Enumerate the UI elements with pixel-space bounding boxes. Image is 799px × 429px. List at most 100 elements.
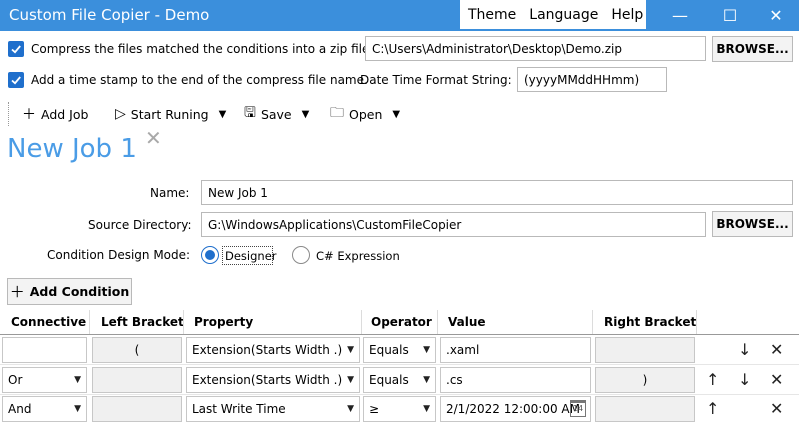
move-down-icon[interactable]: ↓	[738, 370, 751, 389]
property-select[interactable]: Last Write Time ▼	[186, 396, 360, 422]
column-separator	[437, 310, 438, 334]
dropdown-arrow-icon: ▼	[347, 375, 354, 385]
dropdown-arrow-icon: ▼	[347, 345, 354, 355]
operator-select[interactable]: Equals ▼	[363, 337, 436, 363]
add-job-label: Add Job	[41, 106, 89, 122]
save-button[interactable]: 🖫 Save ▼	[244, 104, 309, 124]
column-operator[interactable]: Operator	[371, 310, 432, 334]
dropdown-arrow-icon: ▼	[74, 375, 81, 385]
check-icon	[11, 76, 21, 85]
close-window-button[interactable]: ✕	[750, 0, 799, 31]
property-select[interactable]: Extension(Starts Width .) ▼	[186, 337, 360, 363]
add-job-button[interactable]: ＋ Add Job	[22, 104, 88, 124]
zip-path-input[interactable]: C:\Users\Administrator\Desktop\Demo.zip	[365, 36, 706, 61]
left-bracket-cell[interactable]: (	[92, 337, 182, 363]
column-separator	[183, 310, 184, 334]
menu-theme[interactable]: Theme	[463, 7, 521, 23]
title-bar: Custom File Copier - Demo Theme Language…	[0, 0, 799, 31]
designer-radio-label: Designer	[225, 249, 277, 263]
toolbar-grip	[8, 102, 9, 126]
dropdown-arrow-icon: ▼	[347, 404, 354, 414]
column-right-bracket[interactable]: Right Bracket	[604, 310, 696, 334]
date-picker[interactable]: 2/1/2022 12:00:00 AM 14	[440, 396, 591, 422]
column-value[interactable]: Value	[448, 310, 486, 334]
maximize-button[interactable]: ☐	[704, 0, 756, 31]
right-bracket-cell[interactable]	[595, 396, 695, 422]
property-value: Extension(Starts Width .)	[192, 343, 343, 357]
add-condition-button[interactable]: ＋ Add Condition	[7, 278, 132, 305]
format-label: Date Time Format String:	[360, 73, 512, 87]
designer-radio[interactable]	[201, 246, 219, 264]
delete-row-icon[interactable]: ✕	[770, 370, 783, 389]
connective-select[interactable]: Or ▼	[2, 367, 87, 393]
open-label: Open	[349, 106, 383, 122]
menu-help[interactable]: Help	[606, 7, 648, 23]
chevron-down-icon: ▼	[218, 108, 227, 120]
value-input[interactable]: .xaml	[440, 337, 591, 363]
save-label: Save	[260, 106, 292, 122]
format-input[interactable]: (yyyyMMddHHmm)	[517, 67, 667, 92]
open-button[interactable]: 🗀 Open ▼	[330, 104, 400, 124]
floppy-icon: 🖫	[244, 105, 256, 121]
plus-icon: ＋	[22, 107, 36, 123]
expression-radio[interactable]	[292, 246, 310, 264]
move-down-icon[interactable]: ↓	[738, 340, 751, 359]
minimize-button[interactable]: —	[654, 0, 706, 31]
dropdown-arrow-icon: ▼	[423, 404, 430, 414]
property-value: Last Write Time	[192, 402, 286, 416]
chevron-down-icon: ▼	[392, 108, 401, 120]
connective-value: Or	[8, 373, 23, 387]
chevron-down-icon: ▼	[301, 108, 310, 120]
folder-icon: 🗀	[330, 105, 344, 121]
operator-value: Equals	[369, 373, 409, 387]
operator-select[interactable]: ≥ ▼	[363, 396, 436, 422]
plus-icon: ＋	[9, 283, 25, 301]
minimize-icon: —	[672, 6, 688, 25]
compress-checkbox[interactable]	[8, 41, 24, 57]
operator-value: Equals	[369, 343, 409, 357]
connective-select[interactable]: And ▼	[2, 396, 87, 422]
source-dir-input[interactable]: G:\WindowsApplications\CustomFileCopier	[201, 212, 706, 237]
property-select[interactable]: Extension(Starts Width .) ▼	[186, 367, 360, 393]
timestamp-checkbox[interactable]	[8, 72, 24, 88]
design-mode-label: Condition Design Mode:	[47, 248, 191, 262]
column-separator	[89, 310, 90, 334]
move-up-icon[interactable]: ↑	[706, 399, 719, 418]
dropdown-arrow-icon: ▼	[423, 345, 430, 355]
column-property[interactable]: Property	[194, 310, 253, 334]
maximize-icon: ☐	[722, 6, 738, 25]
calendar-icon[interactable]: 14	[570, 400, 586, 417]
window-title: Custom File Copier - Demo	[9, 6, 210, 24]
menu-bar: Theme Language Help	[460, 0, 646, 29]
date-value: 2/1/2022 12:00:00 AM	[446, 402, 580, 416]
header-divider	[0, 334, 799, 335]
job-name-input[interactable]: New Job 1	[201, 180, 793, 205]
expression-radio-label: C# Expression	[316, 249, 400, 263]
delete-row-icon[interactable]: ✕	[770, 340, 783, 359]
delete-row-icon[interactable]: ✕	[770, 399, 783, 418]
browse-source-button[interactable]: BROWSE...	[712, 211, 793, 237]
operator-select[interactable]: Equals ▼	[363, 367, 436, 393]
browse-zip-button[interactable]: BROWSE...	[712, 36, 793, 62]
move-up-icon[interactable]: ↑	[706, 370, 719, 389]
column-separator	[361, 310, 362, 334]
left-bracket-cell[interactable]	[92, 396, 182, 422]
row-divider	[0, 394, 799, 395]
left-bracket-cell[interactable]	[92, 367, 182, 393]
column-connective[interactable]: Connective	[11, 310, 86, 334]
connective-value: And	[8, 402, 32, 416]
right-bracket-cell[interactable]	[595, 337, 695, 363]
start-running-button[interactable]: ▷ Start Runing ▼	[115, 104, 226, 124]
value-input[interactable]: .cs	[440, 367, 591, 393]
menu-language[interactable]: Language	[524, 7, 603, 23]
job-tab-title[interactable]: New Job 1	[7, 134, 137, 164]
column-separator	[592, 310, 593, 334]
check-icon	[11, 45, 21, 54]
dropdown-arrow-icon: ▼	[423, 375, 430, 385]
dropdown-arrow-icon: ▼	[74, 404, 81, 414]
compress-label: Compress the files matched the condition…	[31, 42, 374, 56]
close-job-icon[interactable]: ✕	[145, 126, 162, 150]
column-left-bracket[interactable]: Left Bracket	[101, 310, 184, 334]
right-bracket-cell[interactable]: )	[595, 367, 695, 393]
name-label: Name:	[150, 186, 190, 200]
